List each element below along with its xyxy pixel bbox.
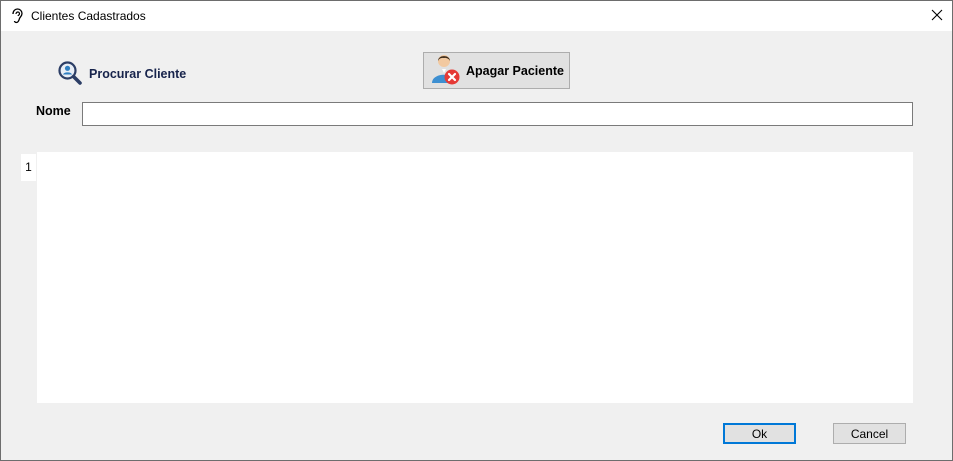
name-input[interactable] [82,102,913,126]
close-button[interactable] [922,1,952,31]
user-delete-icon [430,52,462,89]
search-user-icon [57,60,83,89]
dialog-window: Clientes Cadastrados Procurar Cliente Ap… [0,0,953,461]
ear-icon [10,8,24,24]
ok-button[interactable]: Ok [723,423,796,444]
window-title: Clientes Cadastrados [31,9,146,23]
clients-grid[interactable] [37,152,913,403]
row-number[interactable]: 1 [21,154,36,181]
delete-patient-label: Apagar Paciente [466,63,564,78]
cancel-button[interactable]: Cancel [833,423,906,444]
close-icon [931,9,943,24]
title-bar[interactable]: Clientes Cadastrados [1,1,952,31]
search-client-label: Procurar Cliente [89,67,187,81]
name-label: Nome [36,104,71,118]
delete-patient-button[interactable]: Apagar Paciente [423,52,570,89]
search-client-link[interactable]: Procurar Cliente [57,60,187,89]
